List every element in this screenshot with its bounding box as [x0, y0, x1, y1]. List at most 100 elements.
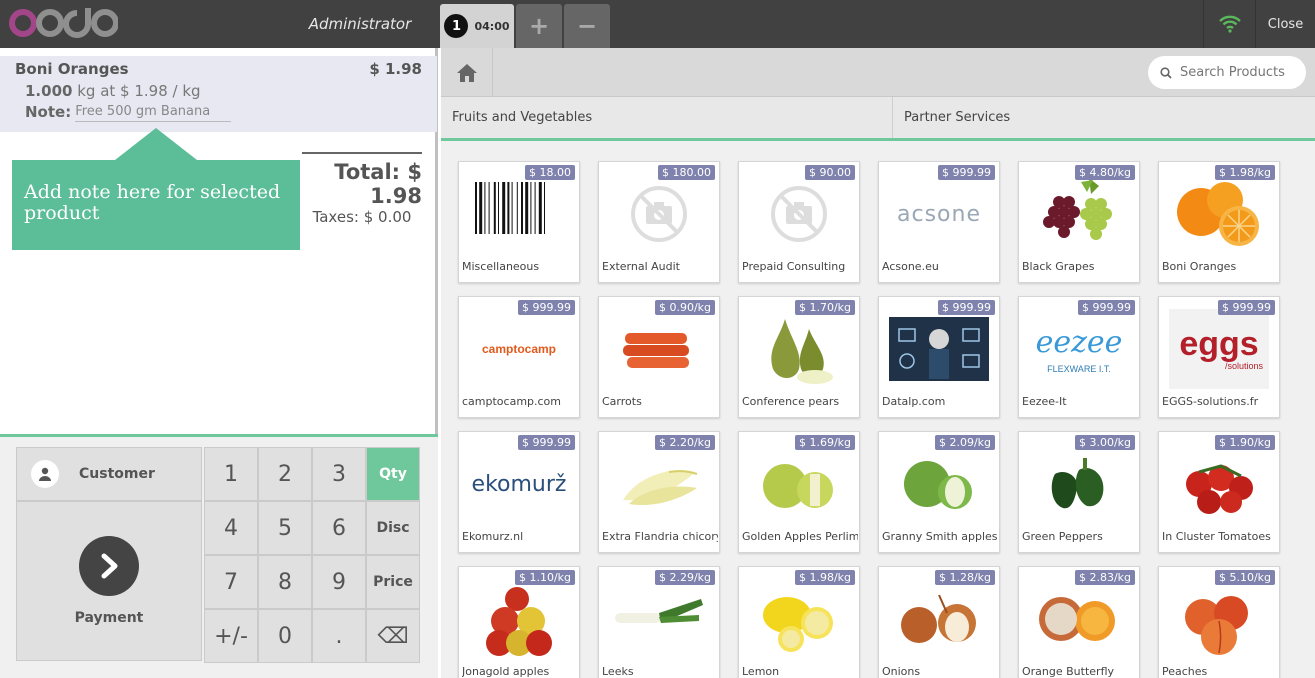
- product-card[interactable]: $ 999.99 Datalp.com: [878, 296, 1000, 418]
- numpad-key-9[interactable]: 9: [312, 555, 366, 609]
- numpad-key-4[interactable]: 4: [204, 501, 258, 555]
- acsone-logo-text: acsone: [897, 201, 981, 227]
- product-card[interactable]: $ 5.10/kg Peaches: [1158, 566, 1280, 678]
- product-name: Orange Butterfly: [1022, 665, 1115, 678]
- red-apples-image: [469, 579, 569, 659]
- product-card[interactable]: camptocamp $ 999.99 camptocamp.com: [458, 296, 580, 418]
- product-name: Peaches: [1162, 665, 1208, 678]
- product-card[interactable]: $ 3.00/kg Green Peppers: [1018, 431, 1140, 553]
- order-line-quantity: 1.000: [25, 82, 73, 100]
- product-card[interactable]: eggs /solutions $ 999.99 EGGS-solutions.…: [1158, 296, 1280, 418]
- lemon-image: [749, 579, 849, 659]
- product-name: Onions: [882, 665, 921, 678]
- product-card[interactable]: $ 1.90/kg In Cluster Tomatoes: [1158, 431, 1280, 553]
- order-time: 04:00: [474, 19, 510, 33]
- order-tab[interactable]: 1 04:00: [440, 4, 514, 48]
- mode-disc-button[interactable]: Disc: [366, 501, 420, 555]
- product-grid: $ 18.00 Miscellaneous $ 180.00 External …: [458, 161, 1298, 678]
- user-icon: [31, 460, 59, 488]
- mode-price-button[interactable]: Price: [366, 555, 420, 609]
- order-number-badge: 1: [444, 14, 469, 38]
- product-price-tag: $ 180.00: [658, 165, 715, 180]
- product-price-tag: $ 3.00/kg: [1074, 435, 1135, 450]
- eezee-logo-text: eezee: [1035, 324, 1123, 360]
- peaches-image: [1169, 579, 1269, 659]
- product-name: Datalp.com: [882, 395, 946, 408]
- product-card[interactable]: $ 2.20/kg Extra Flandria chicory: [598, 431, 720, 553]
- pears-image: [749, 309, 849, 389]
- golden-apples-image: [749, 444, 849, 524]
- numpad-key-7[interactable]: 7: [204, 555, 258, 609]
- product-card[interactable]: $ 4.80/kg Black Grapes: [1018, 161, 1140, 283]
- product-price-tag: $ 90.00: [805, 165, 855, 180]
- mode-qty-button[interactable]: Qty: [366, 447, 420, 501]
- product-name: Acsone.eu: [882, 260, 939, 273]
- close-button[interactable]: Close: [1255, 0, 1315, 48]
- order-line-selected[interactable]: Boni Oranges $ 1.98 1.000 kg at $ 1.98 /…: [0, 56, 437, 132]
- product-card[interactable]: $ 1.98/kg Boni Oranges: [1158, 161, 1280, 283]
- camptocamp-logo: camptocamp: [469, 309, 569, 389]
- onions-image: [889, 579, 989, 659]
- product-card[interactable]: $ 1.98/kg Lemon: [738, 566, 860, 678]
- product-card[interactable]: $ 2.29/kg Leeks: [598, 566, 720, 678]
- product-card[interactable]: ekomurž $ 999.99 Ekomurz.nl: [458, 431, 580, 553]
- product-price-tag: $ 1.10/kg: [514, 570, 575, 585]
- category-fruits-and-vegetables[interactable]: Fruits and Vegetables: [441, 97, 893, 138]
- product-card[interactable]: $ 0.90/kg Carrots: [598, 296, 720, 418]
- numpad-key-sign[interactable]: +/-: [204, 609, 258, 663]
- eezee-logo: eezee FLEXWARE I.T.: [1029, 309, 1129, 389]
- numpad-key-8[interactable]: 8: [258, 555, 312, 609]
- payment-button[interactable]: Payment: [16, 501, 202, 661]
- product-name: Eezee-It: [1022, 395, 1067, 408]
- chevron-right-icon: [79, 536, 139, 596]
- order-total: Total: $ 1.98: [334, 160, 422, 208]
- product-price-tag: $ 0.90/kg: [654, 300, 715, 315]
- product-name: Granny Smith apples: [882, 530, 998, 543]
- product-card[interactable]: $ 18.00 Miscellaneous: [458, 161, 580, 283]
- numpad-key-dot[interactable]: .: [312, 609, 366, 663]
- product-card[interactable]: $ 1.10/kg Jonagold apples: [458, 566, 580, 678]
- chicory-image: [609, 444, 709, 524]
- product-card[interactable]: $ 1.28/kg Onions: [878, 566, 1000, 678]
- acsone-logo: acsone: [889, 174, 989, 254]
- numpad-key-2[interactable]: 2: [258, 447, 312, 501]
- ekomurz-logo-text: ekomurž: [471, 471, 567, 497]
- product-name: Black Grapes: [1022, 260, 1095, 273]
- eggs-logo-text: eggs: [1179, 325, 1259, 363]
- order-line-price: $ 1.98: [369, 60, 422, 78]
- search-box[interactable]: [1148, 56, 1306, 89]
- customer-button[interactable]: Customer: [16, 447, 202, 501]
- backspace-icon[interactable]: ⌫: [366, 609, 420, 663]
- product-card[interactable]: acsone $ 999.99 Acsone.eu: [878, 161, 1000, 283]
- numpad-key-6[interactable]: 6: [312, 501, 366, 555]
- numpad-key-1[interactable]: 1: [204, 447, 258, 501]
- numpad-key-0[interactable]: 0: [258, 609, 312, 663]
- new-order-button[interactable]: +: [516, 4, 562, 48]
- note-label: Note:: [25, 103, 72, 121]
- product-price-tag: $ 5.10/kg: [1214, 570, 1275, 585]
- numpad-key-3[interactable]: 3: [312, 447, 366, 501]
- category-partner-services[interactable]: Partner Services: [893, 97, 1315, 138]
- cashier-name[interactable]: Administrator: [300, 0, 420, 48]
- peppers-image: [1029, 444, 1129, 524]
- numpad-key-5[interactable]: 5: [258, 501, 312, 555]
- product-price-tag: $ 2.83/kg: [1074, 570, 1135, 585]
- tomatoes-image: [1169, 444, 1269, 524]
- product-card[interactable]: $ 180.00 External Audit: [598, 161, 720, 283]
- product-card[interactable]: eezee FLEXWARE I.T. $ 999.99 Eezee-It: [1018, 296, 1140, 418]
- home-icon[interactable]: [441, 48, 493, 97]
- product-price-tag: $ 1.98/kg: [1214, 165, 1275, 180]
- note-input[interactable]: [75, 102, 232, 122]
- product-card[interactable]: $ 2.83/kg Orange Butterfly: [1018, 566, 1140, 678]
- order-line-info: 1.000 kg at $ 1.98 / kg: [25, 82, 201, 100]
- wifi-icon[interactable]: [1203, 0, 1255, 48]
- product-name: Golden Apples Perlim: [742, 530, 858, 543]
- order-line-note: Note:: [25, 102, 232, 122]
- search-input[interactable]: [1180, 65, 1300, 80]
- delete-order-button[interactable]: −: [564, 4, 610, 48]
- product-card[interactable]: $ 1.70/kg Conference pears: [738, 296, 860, 418]
- product-card[interactable]: $ 1.69/kg Golden Apples Perlim: [738, 431, 860, 553]
- product-name: External Audit: [602, 260, 680, 273]
- product-card[interactable]: $ 2.09/kg Granny Smith apples: [878, 431, 1000, 553]
- product-card[interactable]: $ 90.00 Prepaid Consulting: [738, 161, 860, 283]
